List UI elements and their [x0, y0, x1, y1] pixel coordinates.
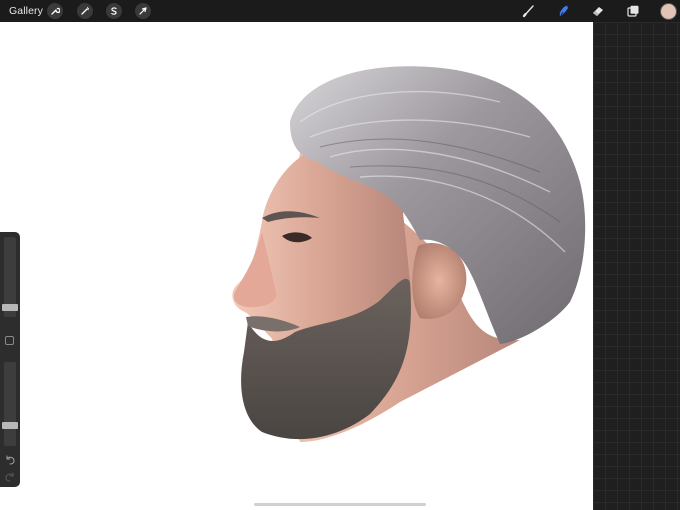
drawing-canvas[interactable]	[0, 22, 593, 510]
color-picker-swatch[interactable]	[660, 3, 677, 20]
actions-wrench-icon[interactable]	[47, 3, 63, 19]
gallery-button[interactable]: Gallery	[9, 5, 43, 17]
undo-icon[interactable]	[4, 453, 16, 465]
adjustments-wand-icon[interactable]	[77, 3, 93, 19]
modify-button[interactable]	[5, 336, 14, 345]
brush-icon[interactable]	[521, 3, 537, 19]
portrait-artwork	[232, 66, 586, 442]
layers-icon[interactable]	[625, 3, 641, 19]
canvas-background-grid	[593, 22, 680, 510]
opacity-thumb[interactable]	[2, 422, 18, 429]
smudge-icon[interactable]	[556, 3, 572, 19]
eraser-icon[interactable]	[590, 3, 606, 19]
left-sidebar	[0, 232, 20, 487]
home-indicator	[254, 503, 426, 506]
redo-icon[interactable]	[4, 470, 16, 482]
transform-arrow-icon[interactable]	[135, 3, 151, 19]
brush-size-thumb[interactable]	[2, 304, 18, 311]
selection-s-icon[interactable]	[106, 3, 122, 19]
top-toolbar: Gallery	[0, 0, 680, 22]
opacity-slider[interactable]	[4, 362, 16, 446]
